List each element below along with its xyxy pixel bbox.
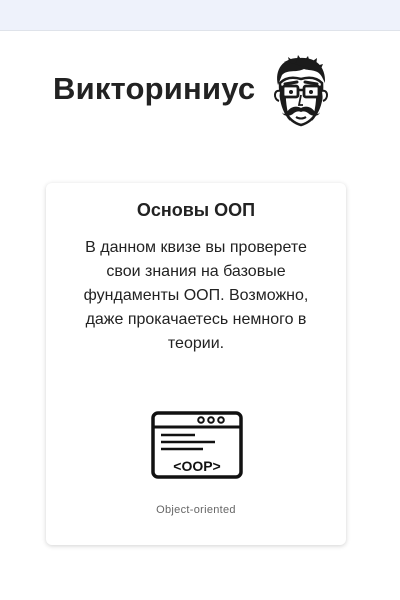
site-header: Викториниус (0, 55, 400, 135)
browser-top-bar (0, 0, 400, 31)
mustache-nerd-face-icon (274, 55, 328, 127)
quiz-card-caption: Object-oriented (156, 504, 236, 516)
oop-browser-window-icon: <OOP> (151, 411, 243, 479)
oop-icon-text: <OOP> (173, 458, 220, 474)
quiz-card[interactable]: Основы ООП В данном квизе вы проверете с… (46, 183, 346, 545)
app-title: Викториниус (53, 71, 256, 106)
quiz-card-description: В данном квизе вы проверете свои знания … (83, 239, 309, 352)
quiz-card-title: Основы ООП (136, 200, 256, 220)
